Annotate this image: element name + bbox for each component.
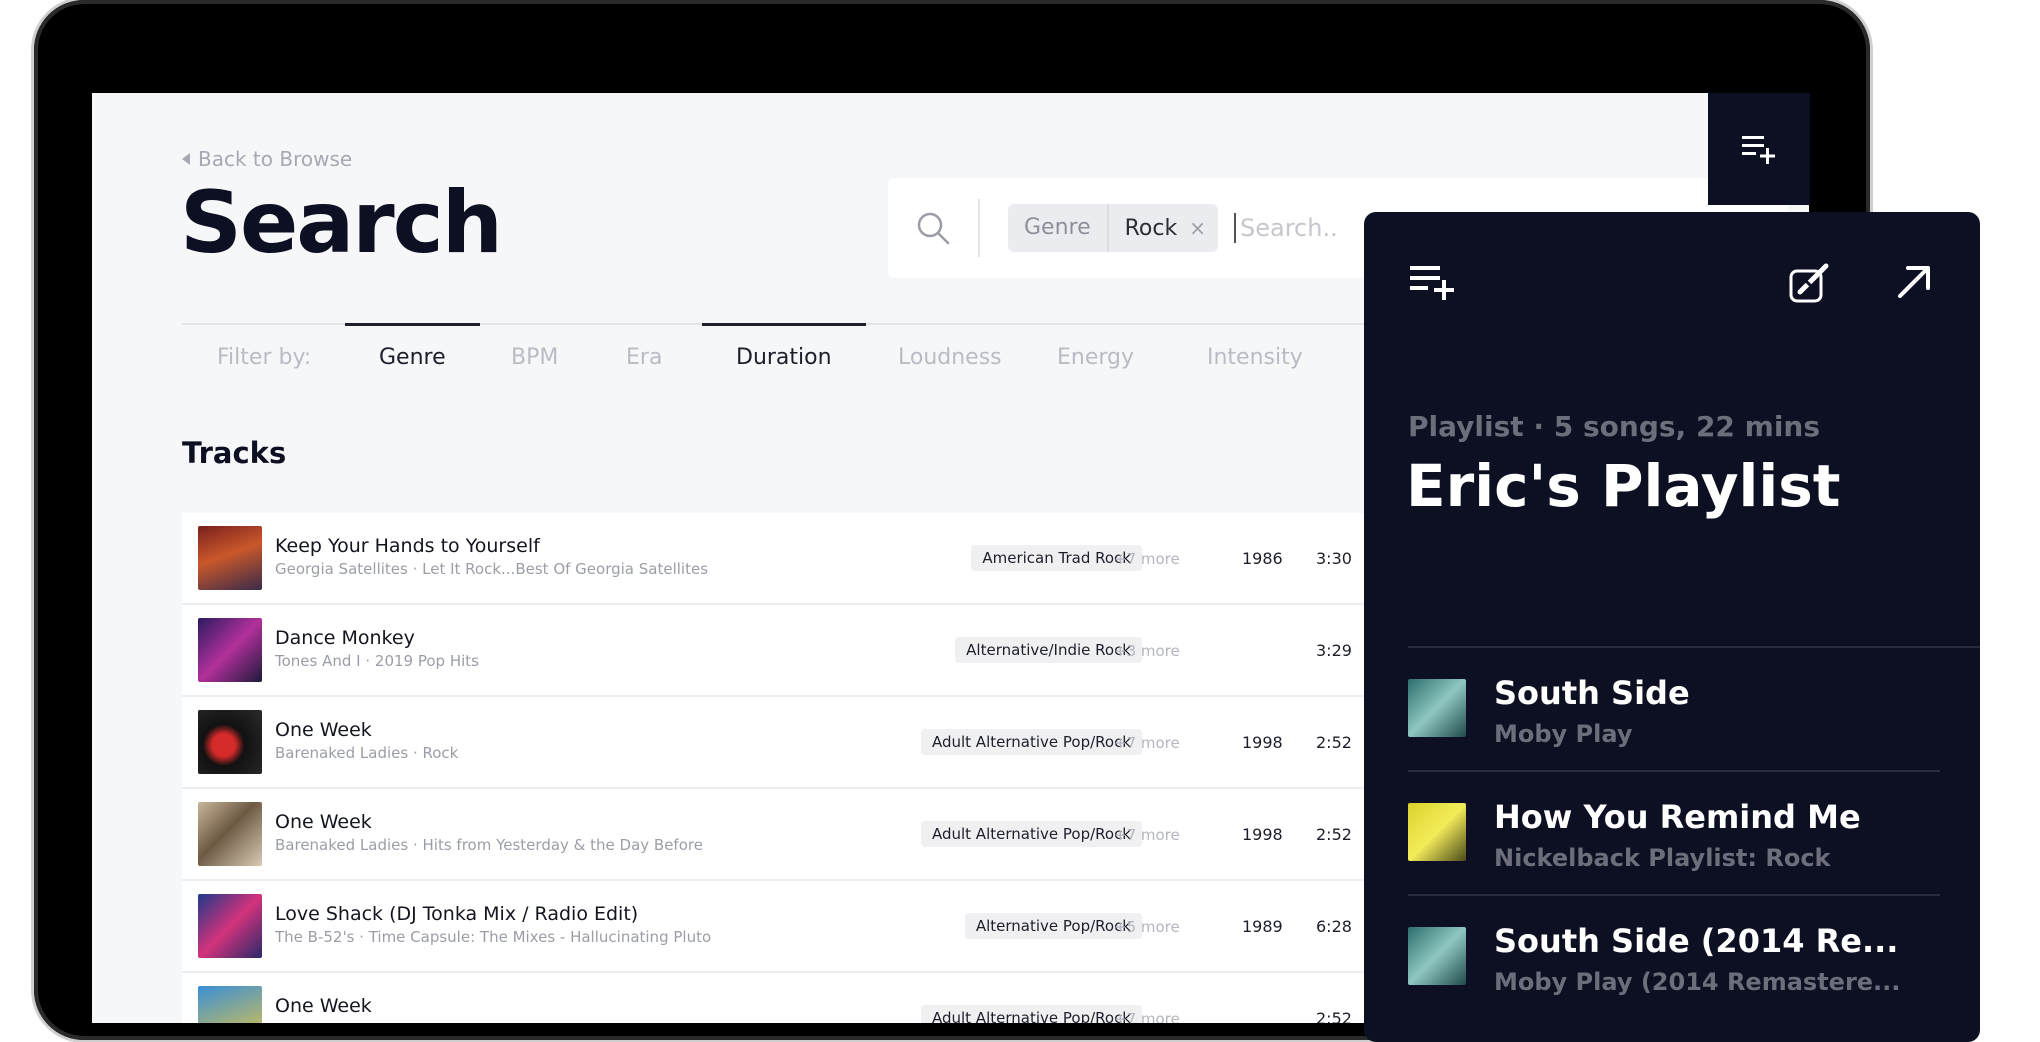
album-art: [1408, 927, 1466, 985]
tab-era[interactable]: Era: [626, 345, 662, 370]
playlist-item-artist: Moby Play: [1494, 720, 1633, 748]
expand-icon[interactable]: [1894, 262, 1934, 302]
filter-by-label: Filter by:: [217, 345, 312, 370]
page-title: Search: [180, 173, 503, 273]
tab-energy[interactable]: Energy: [1057, 345, 1134, 370]
track-name: One Week: [275, 995, 372, 1017]
track-name: Love Shack (DJ Tonka Mix / Radio Edit): [275, 903, 639, 925]
genre-tag[interactable]: Adult Alternative Pop/Rock: [920, 729, 1142, 755]
filter-bar: Filter by: Genre BPM Era Duration Loudne…: [182, 323, 1462, 397]
edit-playlist-icon[interactable]: [1788, 262, 1830, 304]
playlist-item[interactable]: How You Remind Me Nickelback Playlist: R…: [1408, 772, 1940, 896]
track-year: 1986: [1242, 549, 1283, 568]
track-subtitle: Tones And I · 2019 Pop Hits: [275, 652, 479, 670]
track-duration: 6:28: [1316, 917, 1352, 936]
playlist-item-artist: Nickelback Playlist: Rock: [1494, 844, 1831, 872]
more-tags[interactable]: +7 more: [1114, 550, 1180, 568]
playlist-item-title: South Side (2014 Re...: [1494, 922, 1899, 960]
album-art: [198, 894, 262, 958]
more-tags[interactable]: +7 more: [1114, 734, 1180, 752]
playlist-panel: Playlist · 5 songs, 22 mins Eric's Playl…: [1364, 212, 1980, 1042]
playlist-item-title: South Side: [1494, 674, 1690, 712]
more-tags[interactable]: +7 more: [1114, 1010, 1180, 1023]
playlist-add-icon[interactable]: [1408, 262, 1462, 302]
playlist-item[interactable]: South Side Moby Play: [1408, 648, 1940, 772]
table-row[interactable]: One Week Adult Alternative Pop/Rock +7 m…: [182, 973, 1502, 1023]
track-year: 1998: [1242, 825, 1283, 844]
playlist-item-title: How You Remind Me: [1494, 798, 1861, 836]
tracks-heading: Tracks: [182, 436, 287, 470]
tracks-list: Keep Your Hands to Yourself Georgia Sate…: [182, 513, 1502, 1023]
album-art: [1408, 679, 1466, 737]
playlist-add-icon: [1742, 136, 1775, 164]
track-duration: 3:30: [1316, 549, 1352, 568]
track-subtitle: Barenaked Ladies · Rock: [275, 744, 459, 762]
track-year: 1989: [1242, 917, 1283, 936]
chip-remove-icon[interactable]: ×: [1189, 216, 1218, 240]
playlist-name: Eric's Playlist: [1406, 452, 1841, 520]
search-divider: [978, 199, 980, 257]
more-tags[interactable]: +3 more: [1114, 642, 1180, 660]
genre-tag[interactable]: Adult Alternative Pop/Rock: [920, 1005, 1142, 1023]
track-name: Keep Your Hands to Yourself: [275, 535, 540, 557]
filter-chip-value: Rock: [1124, 215, 1178, 241]
track-duration: 3:29: [1316, 641, 1352, 660]
tab-genre[interactable]: Genre: [345, 323, 480, 370]
tab-bpm[interactable]: BPM: [511, 345, 558, 370]
search-icon[interactable]: [888, 211, 978, 245]
tab-duration[interactable]: Duration: [702, 323, 865, 370]
track-name: One Week: [275, 811, 372, 833]
table-row[interactable]: Love Shack (DJ Tonka Mix / Radio Edit) T…: [182, 881, 1502, 973]
filter-chip[interactable]: Genre Rock ×: [1008, 204, 1218, 252]
tab-intensity[interactable]: Intensity: [1207, 345, 1303, 370]
add-to-playlist-button[interactable]: [1708, 93, 1810, 205]
playlist-item[interactable]: South Side (2014 Re... Moby Play (2014 R…: [1408, 896, 1940, 1018]
more-tags[interactable]: +5 more: [1114, 918, 1180, 936]
table-row[interactable]: One Week Barenaked Ladies · Hits from Ye…: [182, 789, 1502, 881]
track-name: One Week: [275, 719, 372, 741]
track-year: 1998: [1242, 733, 1283, 752]
track-name: Dance Monkey: [275, 627, 415, 649]
album-art: [1408, 803, 1466, 861]
album-art: [198, 710, 262, 774]
table-row[interactable]: Dance Monkey Tones And I · 2019 Pop Hits…: [182, 605, 1502, 697]
playlist-item-artist: Moby Play (2014 Remastere...: [1494, 968, 1901, 996]
track-subtitle: Barenaked Ladies · Hits from Yesterday &…: [275, 836, 703, 854]
album-art: [198, 618, 262, 682]
genre-tag[interactable]: Adult Alternative Pop/Rock: [920, 821, 1142, 847]
track-duration: 2:52: [1316, 825, 1352, 844]
playlist-meta: Playlist · 5 songs, 22 mins: [1408, 410, 1821, 443]
track-duration: 2:52: [1316, 733, 1352, 752]
album-art: [198, 802, 262, 866]
table-row[interactable]: Keep Your Hands to Yourself Georgia Sate…: [182, 513, 1502, 605]
back-caret-icon: [182, 153, 190, 165]
album-art: [198, 986, 262, 1023]
table-row[interactable]: One Week Barenaked Ladies · Rock Adult A…: [182, 697, 1502, 789]
back-link-label: Back to Browse: [198, 147, 353, 171]
more-tags[interactable]: +7 more: [1114, 826, 1180, 844]
track-subtitle: Georgia Satellites · Let It Rock...Best …: [275, 560, 709, 578]
filter-chip-key: Genre: [1008, 204, 1109, 252]
album-art: [198, 526, 262, 590]
track-duration: 2:52: [1316, 1009, 1352, 1023]
back-to-browse-link[interactable]: Back to Browse: [182, 147, 352, 171]
tab-loudness[interactable]: Loudness: [898, 345, 1002, 370]
track-subtitle: The B-52's · Time Capsule: The Mixes - H…: [275, 928, 712, 946]
